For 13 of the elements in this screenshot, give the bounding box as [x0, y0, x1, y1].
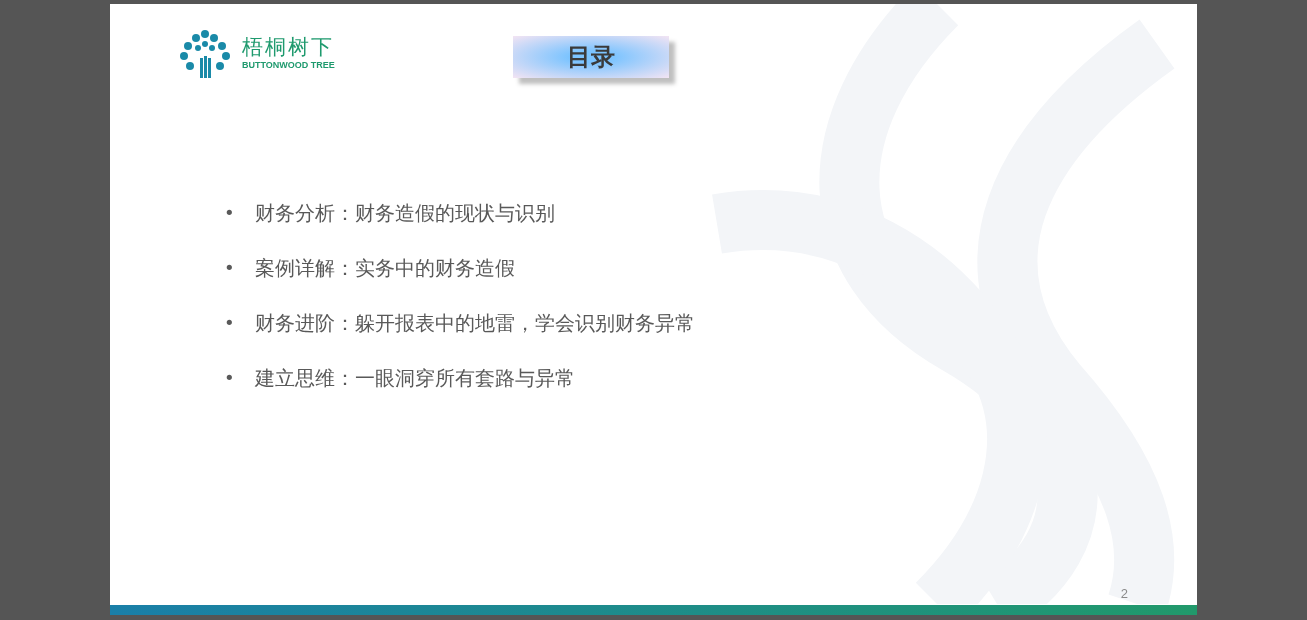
- bullet-marker: •: [224, 311, 235, 335]
- slide-title: 目录: [512, 36, 669, 78]
- bullet-marker: •: [224, 256, 235, 280]
- agenda-item: 建立思维：一眼洞穿所有套路与异常: [254, 366, 575, 390]
- agenda-item: 财务分析：财务造假的现状与识别: [254, 201, 555, 225]
- logo-subtitle: BUTTONWOOD TREE: [242, 59, 335, 71]
- bullet-marker: •: [224, 201, 235, 225]
- logo-name: 梧桐树下: [242, 35, 335, 59]
- tree-logo-icon: [178, 28, 232, 78]
- agenda-item: 财务进阶：躲开报表中的地雷，学会识别财务异常: [254, 311, 695, 335]
- bullet-marker: •: [224, 366, 235, 390]
- agenda-item: 案例详解：实务中的财务造假: [254, 256, 515, 280]
- page-number: 2: [1120, 584, 1128, 603]
